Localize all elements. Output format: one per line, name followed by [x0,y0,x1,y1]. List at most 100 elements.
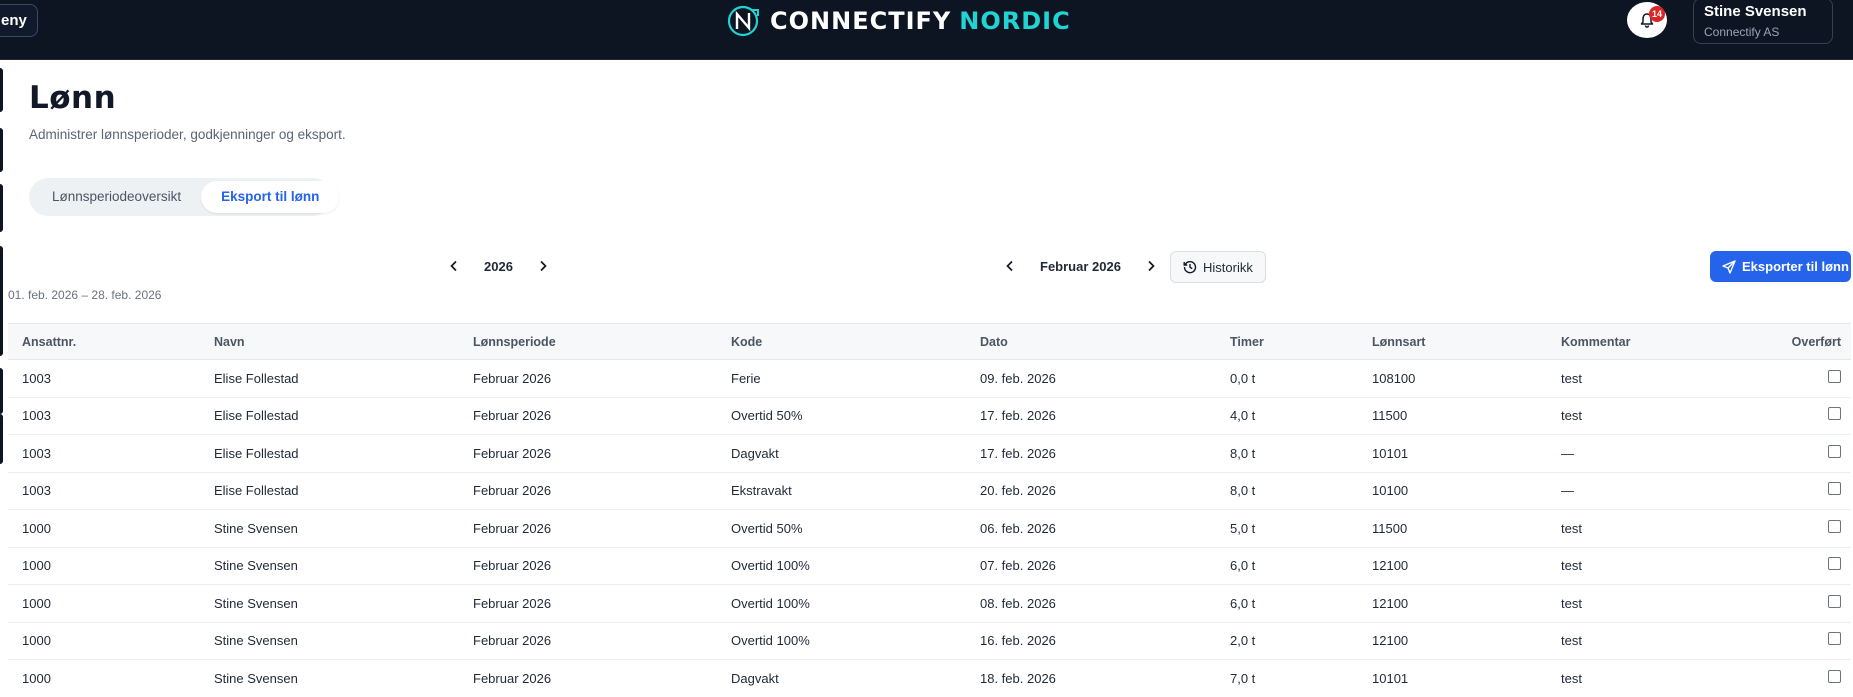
transferred-checkbox[interactable] [1828,632,1841,646]
cell-kode: Overtid 50% [731,520,803,536]
sidebar-edge-3[interactable] [0,184,3,232]
col-header-lonnsart[interactable]: Lønnsart [1372,324,1425,359]
cell-kode: Overtid 100% [731,595,810,611]
menu-button[interactable]: eny [0,4,38,37]
cell-navn: Stine Svensen [214,670,298,686]
chevron-right-icon [1148,260,1155,272]
top-bar: eny CONNECTIFY NORDIC 14 Stine Svensen Co… [0,0,1853,60]
cell-overfort [1828,473,1841,510]
cell-ansattnr: 1000 [22,558,51,574]
tab-group: Lønnsperiodeoversikt Eksport til lønn [29,178,340,216]
cell-timer: 6,0 t [1230,558,1256,574]
cell-lonnsperiode: Februar 2026 [473,370,552,386]
tab-lonnsperiodeoversikt[interactable]: Lønnsperiodeoversikt [32,181,201,213]
sidebar-edge-2[interactable] [0,128,3,172]
connectify-logo-icon [727,5,759,37]
next-month-button[interactable] [1139,254,1163,278]
cell-kode: Ekstravakt [731,483,792,499]
col-header-navn[interactable]: Navn [214,324,245,359]
cell-kode: Dagvakt [731,670,779,686]
cell-navn: Elise Follestad [214,370,299,386]
page-subtitle: Administrer lønnsperioder, godkjenninger… [29,127,346,142]
col-header-dato[interactable]: Dato [980,324,1008,359]
col-header-overfort[interactable]: Overført [1792,324,1841,359]
col-header-lonnsperiode[interactable]: Lønnsperiode [473,324,556,359]
cell-dato: 17. feb. 2026 [980,445,1056,461]
brand-logo[interactable]: CONNECTIFY NORDIC [726,4,1071,38]
cell-lonnsperiode: Februar 2026 [473,445,552,461]
table-header: Ansattnr. Navn Lønnsperiode Kode Dato Ti… [8,323,1851,360]
table-row[interactable]: 1000 Stine Svensen Februar 2026 Overtid … [8,510,1851,548]
cell-dato: 16. feb. 2026 [980,633,1056,649]
year-navigator: 2026 [442,250,555,282]
notifications-button[interactable]: 14 [1627,2,1667,38]
export-to-payroll-button[interactable]: Eksporter til lønn [1710,251,1851,282]
cell-kommentar: test [1561,595,1582,611]
cell-ansattnr: 1003 [22,445,51,461]
col-header-ansattnr[interactable]: Ansattnr. [22,324,76,359]
cell-navn: Stine Svensen [214,633,298,649]
sidebar-edge-6[interactable] [0,414,3,464]
cell-timer: 8,0 t [1230,483,1256,499]
cell-overfort [1828,435,1841,472]
history-button[interactable]: Historikk [1170,251,1266,283]
cell-overfort [1828,623,1841,660]
cell-ansattnr: 1000 [22,633,51,649]
transferred-checkbox[interactable] [1828,482,1841,496]
cell-lonnsart: 10100 [1372,483,1409,499]
table-row[interactable]: 1003 Elise Follestad Februar 2026 Ekstra… [8,473,1851,510]
table-row[interactable]: 1003 Elise Follestad Februar 2026 Ferie … [8,360,1851,398]
previous-month-button[interactable] [998,254,1022,278]
export-button-label: Eksporter til lønn [1742,259,1849,274]
transferred-checkbox[interactable] [1828,369,1841,383]
next-year-button[interactable] [531,254,555,278]
payroll-export-table: Ansattnr. Navn Lønnsperiode Kode Dato Ti… [8,323,1851,697]
table-row[interactable]: 1000 Stine Svensen Februar 2026 Overtid … [8,548,1851,585]
cell-dato: 07. feb. 2026 [980,558,1056,574]
year-label: 2026 [484,258,513,274]
cell-kommentar: test [1561,520,1582,536]
table-row[interactable]: 1000 Stine Svensen Februar 2026 Dagvakt … [8,660,1851,697]
table-row[interactable]: 1003 Elise Follestad Februar 2026 Overti… [8,398,1851,435]
cell-kode: Dagvakt [731,445,779,461]
cell-lonnsperiode: Februar 2026 [473,520,552,536]
page-title: Lønn [29,80,117,116]
cell-lonnsart: 10101 [1372,445,1409,461]
cell-navn: Stine Svensen [214,558,298,574]
month-navigator: Februar 2026 [998,250,1163,282]
cell-dato: 06. feb. 2026 [980,520,1056,536]
sidebar-edge-4[interactable] [0,246,3,356]
table-row[interactable]: 1003 Elise Follestad Februar 2026 Dagvak… [8,435,1851,473]
col-header-timer[interactable]: Timer [1230,324,1264,359]
chevron-left-icon [450,260,457,272]
period-date-range: 01. feb. 2026 – 28. feb. 2026 [8,288,162,302]
sidebar-edge-5[interactable] [0,368,3,414]
transferred-checkbox[interactable] [1828,407,1841,421]
tab-eksport-til-lonn[interactable]: Eksport til lønn [201,181,340,213]
cell-timer: 6,0 t [1230,595,1256,611]
sidebar-edge-1[interactable] [0,68,3,112]
cell-lonnsart: 12100 [1372,595,1409,611]
brand-wordmark: CONNECTIFY NORDIC [770,7,1071,35]
cell-navn: Stine Svensen [214,595,298,611]
cell-lonnsperiode: Februar 2026 [473,633,552,649]
cell-ansattnr: 1000 [22,595,51,611]
previous-year-button[interactable] [442,254,466,278]
table-row[interactable]: 1000 Stine Svensen Februar 2026 Overtid … [8,623,1851,660]
transferred-checkbox[interactable] [1828,669,1841,683]
cell-timer: 7,0 t [1230,670,1256,686]
notification-badge: 14 [1649,6,1665,22]
cell-kommentar: test [1561,370,1582,386]
col-header-kode[interactable]: Kode [731,324,762,359]
user-menu[interactable]: Stine Svensen Connectify AS [1693,0,1833,44]
cell-lonnsperiode: Februar 2026 [473,483,552,499]
col-header-kommentar[interactable]: Kommentar [1561,324,1630,359]
table-row[interactable]: 1000 Stine Svensen Februar 2026 Overtid … [8,585,1851,623]
transferred-checkbox[interactable] [1828,444,1841,458]
transferred-checkbox[interactable] [1828,519,1841,533]
transferred-checkbox[interactable] [1828,594,1841,608]
cell-kommentar: test [1561,558,1582,574]
brand-word-connectify: CONNECTIFY [770,7,952,35]
transferred-checkbox[interactable] [1828,557,1841,571]
cell-overfort [1828,660,1841,697]
